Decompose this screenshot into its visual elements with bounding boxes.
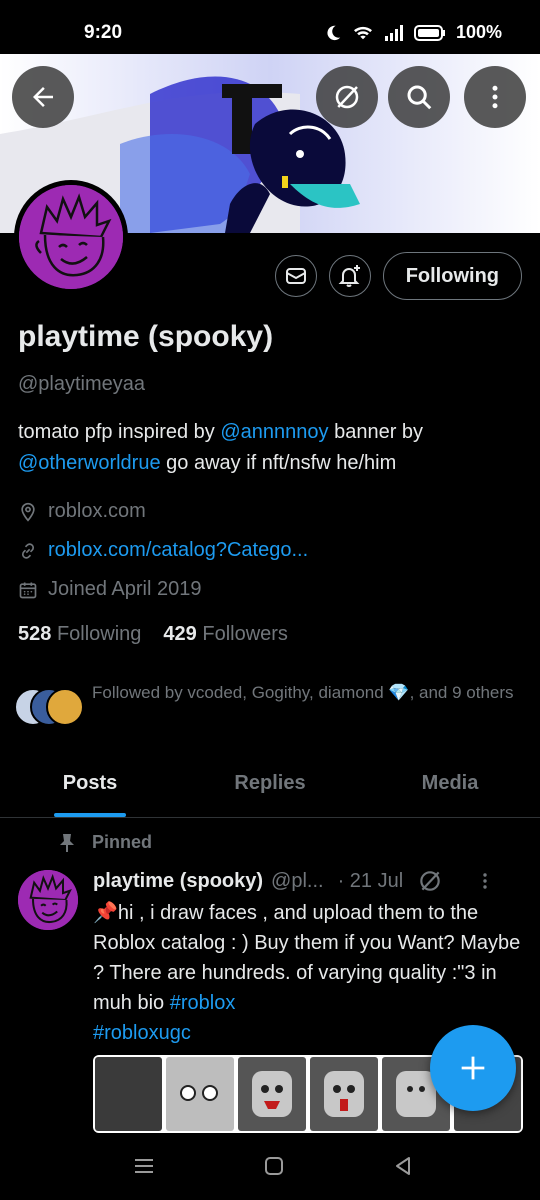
battery-icon [413,24,445,41]
location-pin-icon [21,502,35,522]
followers-stat[interactable]: 429 Followers [163,623,288,646]
tab-replies[interactable]: Replies [180,752,360,817]
back-nav-icon[interactable] [392,1155,414,1177]
hashtag-link[interactable]: #robloxugc [93,1022,191,1044]
notify-button[interactable] [328,255,371,297]
calendar-icon [19,582,37,598]
website-link[interactable]: roblox.com/catalog?Catego... [48,539,308,562]
tweet-date: · 21 Jul [337,869,404,892]
plus-icon [461,1056,485,1080]
message-button[interactable] [274,255,317,297]
profile-handle: @playtimeyaa [18,373,146,395]
back-button[interactable] [12,66,74,128]
profile-joined: Joined April 2019 [18,578,201,601]
notification-bell-icon [338,265,360,287]
link-icon [21,542,35,559]
followed-by-text: Followed by vcoded, Gogithy, diamond 💎, … [92,683,514,702]
profile-tabs: Posts Replies Media [0,752,540,818]
profile-website[interactable]: roblox.com/catalog?Catego... [18,539,308,562]
pinned-label: Pinned [58,832,152,853]
mute-icon [335,85,359,109]
search-button[interactable] [388,66,450,128]
battery-percent: 100% [455,22,502,42]
media-thumbnail [166,1057,234,1131]
avatar-image [19,185,123,289]
status-icons: 100% [324,22,502,43]
follower-avatar [46,688,84,726]
tweet-avatar[interactable] [18,870,78,930]
tweet-author-handle: @pl... [271,869,324,892]
status-bar: 9:20 100% [0,0,540,54]
tab-media[interactable]: Media [360,752,540,817]
more-vertical-icon[interactable] [473,869,497,893]
avatar-image [18,870,78,930]
following-stat[interactable]: 528 Following [18,623,141,646]
recent-apps-icon[interactable] [133,1155,155,1177]
follower-avatars [14,688,84,728]
message-icon [285,268,306,284]
profile-location: roblox.com [18,500,146,523]
tweet-text: 📌hi , i draw faces , and upload them to … [93,902,521,1044]
profile-actions: Following [274,252,522,300]
hashtag-link[interactable]: #roblox [170,992,236,1014]
following-button[interactable]: Following [382,252,522,300]
tweet-header: playtime (spooky) @pl... · 21 Jul [93,868,523,894]
media-thumbnail [95,1057,162,1131]
profile-bio: tomato pfp inspired by @annnnnoy banner … [18,421,424,474]
profile-name: playtime (spooky) [18,320,274,353]
system-navigation-bar [0,1133,540,1200]
search-icon [407,85,432,110]
signal-icon [384,24,403,41]
pin-icon [60,833,74,852]
bio-mention-link[interactable]: @otherworldrue [18,452,161,474]
more-button[interactable] [464,66,526,128]
media-thumbnail [310,1057,378,1131]
home-icon[interactable] [263,1155,285,1177]
mute-button[interactable] [316,66,378,128]
media-thumbnail [238,1057,306,1131]
wifi-icon [353,26,372,39]
profile-avatar[interactable] [14,180,128,294]
profile-stats: 528 Following 429 Followers [18,623,288,646]
bio-mention-link[interactable]: @annnnnoy [220,421,328,443]
more-vertical-icon [492,85,498,109]
tweet-author-name[interactable]: playtime (spooky) [93,870,263,893]
back-arrow-icon [33,87,53,107]
status-time: 9:20 [84,22,123,43]
followed-by[interactable]: Followed by vcoded, Gogithy, diamond 💎, … [14,680,522,728]
tab-posts[interactable]: Posts [0,752,180,817]
mute-icon [420,871,440,891]
moon-icon [327,25,341,40]
compose-button[interactable] [430,1025,516,1111]
